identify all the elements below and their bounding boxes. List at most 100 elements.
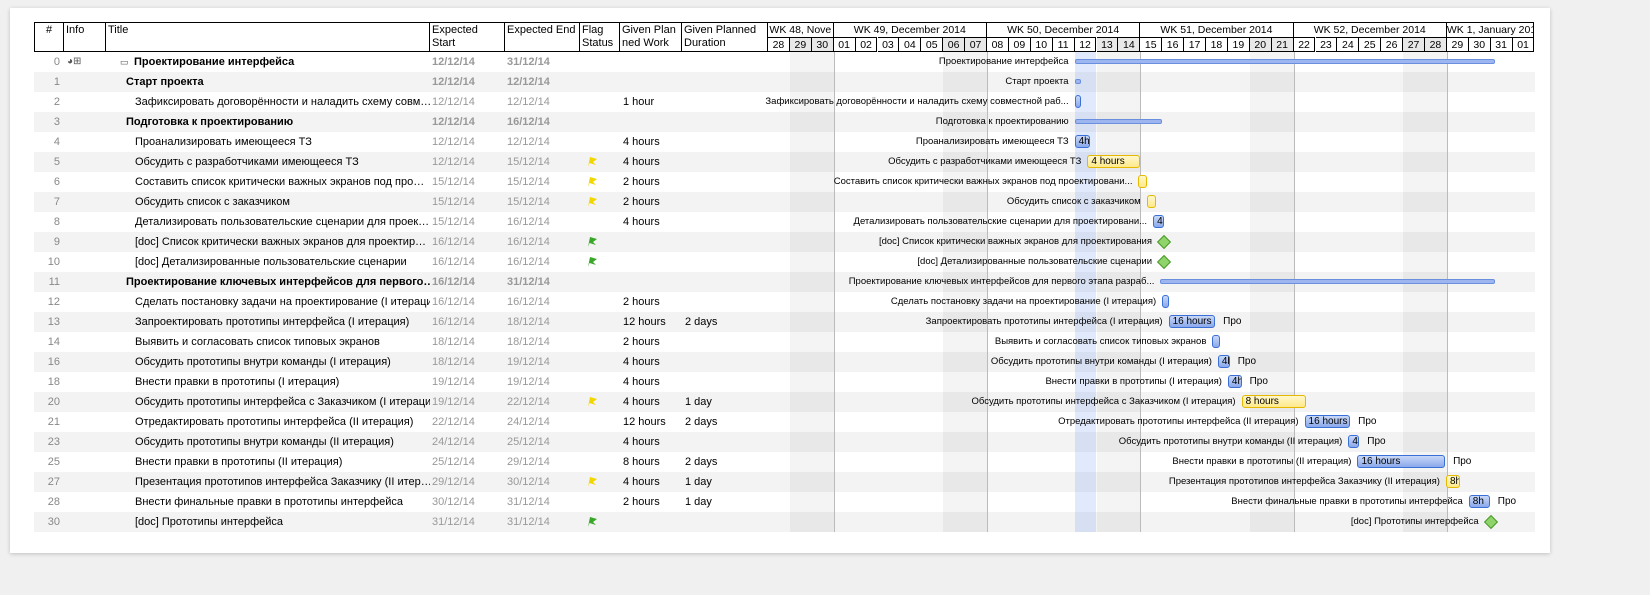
task-title[interactable]: Проанализировать имеющееся ТЗ (135, 132, 430, 152)
day-header[interactable]: 02 (855, 37, 878, 52)
task-title[interactable]: [doc] Список критически важных экранов д… (135, 232, 430, 252)
week-header[interactable]: WK 48, Nove (768, 22, 834, 37)
collapse-icon[interactable]: ▭ (120, 52, 129, 72)
task-title[interactable]: Обсудить с разработчиками имеющееся ТЗ (135, 152, 430, 172)
task-title[interactable]: Запроектировать прототипы интерфейса (I … (135, 312, 430, 332)
task-row[interactable]: 7 Обсудить список с заказчиком 15/12/14 15/… (34, 192, 1535, 212)
flag-icon[interactable] (586, 196, 598, 208)
task-title[interactable]: Обсудить список с заказчиком (135, 192, 430, 212)
task-row[interactable]: 4 Проанализировать имеющееся ТЗ 12/12/14 12… (34, 132, 1535, 152)
summary-bar[interactable] (1160, 279, 1496, 284)
day-header[interactable]: 01 (833, 37, 856, 52)
task-row[interactable]: 18 Внести правки в прототипы (I итерация)… (34, 372, 1535, 392)
day-header[interactable]: 05 (921, 37, 944, 52)
day-header[interactable]: 28 (1425, 37, 1447, 52)
task-title[interactable]: Отредактировать прототипы интерфейса (II… (135, 412, 430, 432)
column-header-expected-start[interactable]: Expected Start (430, 22, 505, 52)
column-header-number[interactable]: # (34, 22, 64, 52)
task-bar[interactable] (1074, 95, 1081, 108)
week-header[interactable]: WK 52, December 2014 (1293, 22, 1447, 37)
day-header[interactable]: 15 (1140, 37, 1163, 52)
task-bar[interactable] (1146, 195, 1156, 208)
day-header[interactable]: 03 (877, 37, 900, 52)
day-header[interactable]: 29 (1446, 37, 1469, 52)
task-row[interactable]: 5 Обсудить с разработчиками имеющееся ТЗ 1… (34, 152, 1535, 172)
day-header[interactable]: 23 (1315, 37, 1338, 52)
summary-bar[interactable] (1074, 79, 1081, 84)
day-header[interactable]: 24 (1337, 37, 1360, 52)
day-header[interactable]: 30 (811, 37, 834, 52)
column-header-flag-status[interactable]: Flag Status (580, 22, 620, 52)
column-header-title[interactable]: Title (106, 22, 430, 52)
day-header[interactable]: 11 (1052, 37, 1075, 52)
task-bar[interactable]: 4 hours (1087, 155, 1141, 168)
flag-icon[interactable] (586, 476, 598, 488)
task-title[interactable]: Детализировать пользовательские сценарии… (135, 212, 430, 232)
day-header[interactable]: 25 (1359, 37, 1382, 52)
day-header[interactable]: 07 (965, 37, 987, 52)
day-header[interactable]: 26 (1381, 37, 1404, 52)
task-title[interactable]: Сделать постановку задачи на проектирова… (135, 292, 430, 312)
week-header[interactable]: WK 50, December 2014 (987, 22, 1141, 37)
task-bar[interactable]: 8 hours (1241, 395, 1307, 408)
task-row[interactable]: 1 Старт проекта 12/12/14 12/12/14 (34, 72, 1535, 92)
day-header[interactable]: 29 (789, 37, 812, 52)
day-header[interactable]: 21 (1271, 37, 1294, 52)
day-header[interactable]: 12 (1074, 37, 1097, 52)
flag-icon[interactable] (586, 236, 598, 248)
task-row[interactable]: 9 [doc] Список критически важных экранов … (34, 232, 1535, 252)
task-title[interactable]: Внести финальные правки в прототипы инте… (135, 492, 430, 512)
task-title[interactable]: Внести правки в прототипы (II итерация) (135, 452, 430, 472)
day-header[interactable]: 28 (768, 37, 790, 52)
task-bar[interactable]: 8h (1445, 475, 1460, 488)
task-bar[interactable] (1138, 175, 1147, 188)
task-bar[interactable]: 16 hours (1357, 455, 1446, 468)
flag-icon[interactable] (586, 396, 598, 408)
task-bar[interactable]: 4h (1074, 135, 1091, 148)
day-header[interactable]: 18 (1206, 37, 1228, 52)
task-title[interactable]: [doc] Детализированные пользовательские … (135, 252, 430, 272)
task-title[interactable]: Обсудить прототипы интерфейса с Заказчик… (135, 392, 430, 412)
task-title[interactable]: Проектирование ключевых интерфейсов для … (126, 272, 430, 292)
task-bar[interactable] (1212, 335, 1220, 348)
task-row[interactable]: 13 Запроектировать прототипы интерфейса (… (34, 312, 1535, 332)
task-title[interactable]: Подготовка к проектированию (126, 112, 430, 132)
day-header[interactable]: 09 (1008, 37, 1031, 52)
column-header-given-planned-duration[interactable]: Given Planned Duration (682, 22, 768, 52)
task-title[interactable]: Проектирование интерфейса (134, 52, 430, 72)
task-row[interactable]: 8 Детализировать пользовательские сценари… (34, 212, 1535, 232)
task-row[interactable]: 10 [doc] Детализированные пользовательски… (34, 252, 1535, 272)
week-header[interactable]: WK 49, December 2014 (833, 22, 987, 37)
task-title[interactable]: Старт проекта (126, 72, 430, 92)
flag-icon[interactable] (586, 256, 598, 268)
task-bar[interactable] (1162, 295, 1169, 308)
day-header[interactable]: 14 (1118, 37, 1141, 52)
flag-icon[interactable] (586, 156, 598, 168)
task-bar[interactable]: 4l (1348, 435, 1360, 448)
day-header[interactable]: 16 (1162, 37, 1185, 52)
task-bar[interactable]: 4l (1153, 215, 1164, 228)
task-bar[interactable]: 16 hours (1304, 415, 1351, 428)
day-header[interactable]: 08 (987, 37, 1009, 52)
week-header[interactable]: WK 1, January 201 (1446, 22, 1535, 37)
task-title[interactable]: Презентация прототипов интерфейса Заказч… (135, 472, 430, 492)
summary-bar[interactable] (1074, 59, 1496, 64)
task-row[interactable]: 16 Обсудить прототипы внутри команды (I и… (34, 352, 1535, 372)
task-row[interactable]: 14 Выявить и согласовать список типовых э… (34, 332, 1535, 352)
column-header-info[interactable]: Info (64, 22, 106, 52)
task-title[interactable]: Зафиксировать договорённости и наладить … (135, 92, 430, 112)
task-title[interactable]: Выявить и согласовать список типовых экр… (135, 332, 430, 352)
day-header[interactable]: 17 (1184, 37, 1206, 52)
day-header[interactable]: 31 (1490, 37, 1513, 52)
summary-bar[interactable] (1074, 119, 1163, 124)
task-row[interactable]: 20 Обсудить прототипы интерфейса с Заказч… (34, 392, 1535, 412)
column-header-given-planned-work[interactable]: Given Plan ned Work (620, 22, 682, 52)
task-row[interactable]: 30 [doc] Прототипы интерфейса 31/12/14 31/1… (34, 512, 1535, 532)
day-header[interactable]: 22 (1293, 37, 1316, 52)
flag-icon[interactable] (586, 516, 598, 528)
day-header[interactable]: 10 (1030, 37, 1053, 52)
day-header[interactable]: 19 (1227, 37, 1250, 52)
task-bar[interactable]: 4l (1217, 355, 1230, 368)
task-row[interactable]: 6 Составить список критически важных экра… (34, 172, 1535, 192)
task-title[interactable]: [doc] Прототипы интерфейса (135, 512, 430, 532)
